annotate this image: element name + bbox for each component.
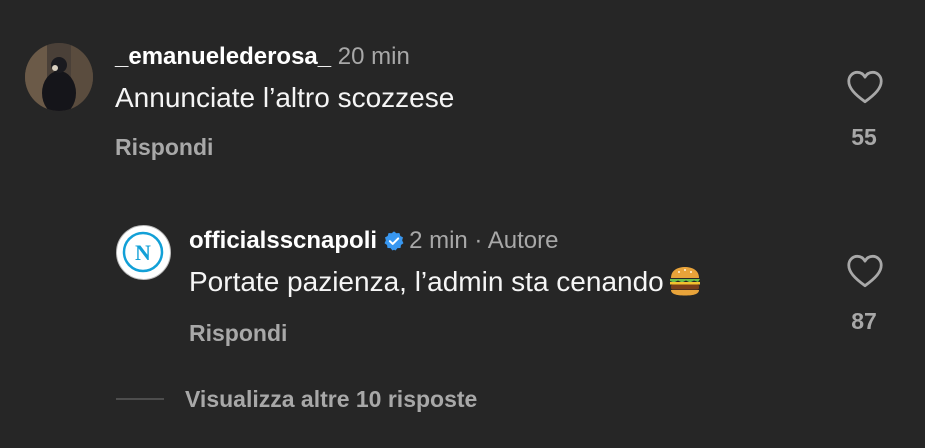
heart-outline-icon[interactable] [846, 254, 884, 288]
ssc-napoli-logo-icon: N [119, 228, 167, 276]
like-count: 87 [851, 308, 877, 334]
reply-button[interactable]: Rispondi [189, 319, 287, 347]
view-more-replies-button[interactable]: Visualizza altre 10 risposte [185, 385, 477, 413]
avatar[interactable]: N [116, 225, 171, 280]
username[interactable]: officialsscnapoli [189, 227, 377, 254]
author-label: · Autore [474, 227, 559, 254]
comment-text: Portate pazienza, l’admin sta cenando [189, 264, 702, 306]
logo-letter: N [135, 240, 151, 265]
hamburger-emoji [668, 265, 702, 306]
replies-divider [116, 398, 164, 400]
verified-badge-icon [383, 230, 405, 260]
comment-text-content: Portate pazienza, l’admin sta cenando [189, 266, 664, 297]
timestamp: 2 min [409, 227, 468, 254]
comment-header: officialsscnapoli 2 min · Autore [189, 226, 558, 260]
comment: N officialsscnapoli 2 min · Autore Portat… [0, 0, 925, 448]
